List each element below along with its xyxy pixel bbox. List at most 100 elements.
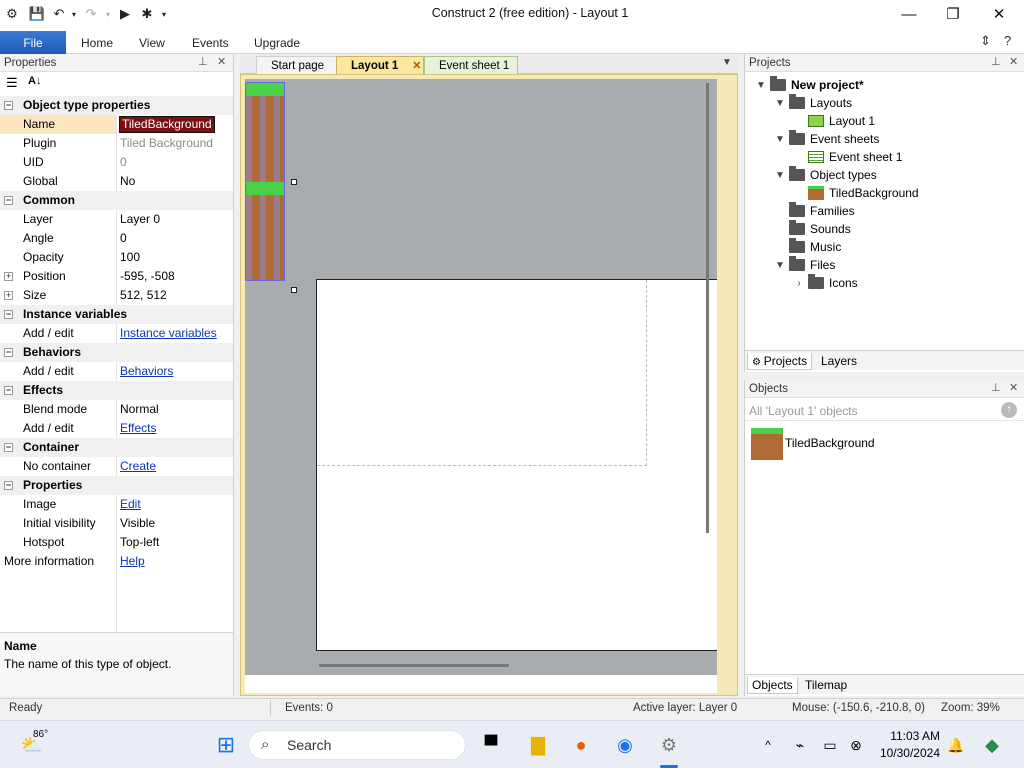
property-row[interactable]: Global No: [0, 172, 233, 191]
expand-arrow-icon[interactable]: ▼: [774, 260, 786, 271]
tab-event-sheet-1[interactable]: Event sheet 1: [424, 56, 518, 74]
categorized-icon[interactable]: ☰: [6, 75, 18, 91]
property-category[interactable]: − Container: [0, 438, 233, 457]
property-value[interactable]: 0: [120, 229, 127, 248]
show-hidden-icons[interactable]: ^: [756, 733, 780, 757]
pin-icon[interactable]: ⊥: [991, 381, 1001, 394]
property-category[interactable]: − Effects: [0, 381, 233, 400]
display-icon[interactable]: ▭: [818, 733, 842, 757]
tree-item[interactable]: Layout 1: [793, 112, 875, 130]
volume-icon[interactable]: ⊗: [844, 733, 868, 757]
tab-tilemap[interactable]: Tilemap: [801, 677, 851, 694]
task-view-icon[interactable]: ▀: [479, 733, 503, 757]
expand-arrow-icon[interactable]: ▼: [774, 170, 786, 181]
file-explorer-icon[interactable]: ▇: [526, 733, 550, 757]
resize-handle[interactable]: [291, 287, 297, 293]
ribbon-collapse-icon[interactable]: ⇕: [980, 33, 991, 49]
tree-item[interactable]: ▼ Object types: [774, 166, 877, 184]
maximize-button[interactable]: ❐: [930, 0, 976, 28]
firefox-icon[interactable]: ●: [569, 733, 593, 757]
property-row[interactable]: Layer Layer 0: [0, 210, 233, 229]
property-row[interactable]: Plugin Tiled Background: [0, 134, 233, 153]
minimize-button[interactable]: —: [886, 0, 932, 28]
property-row[interactable]: Name TiledBackground: [0, 115, 233, 134]
property-value[interactable]: -595, -508: [120, 267, 175, 286]
property-value[interactable]: Normal: [120, 400, 159, 419]
property-value[interactable]: Edit: [120, 495, 141, 514]
property-row[interactable]: Opacity 100: [0, 248, 233, 267]
property-row[interactable]: Image Edit: [0, 495, 233, 514]
tree-item[interactable]: Music: [774, 238, 841, 256]
property-row[interactable]: Add / edit Behaviors: [0, 362, 233, 381]
network-icon[interactable]: ⌁: [788, 733, 812, 757]
clock-time[interactable]: 11:03 AM: [880, 729, 940, 743]
tiled-background-thumbnail[interactable]: [751, 428, 783, 460]
property-category[interactable]: − Properties: [0, 476, 233, 495]
pin-icon[interactable]: ⊥: [198, 55, 208, 68]
expand-arrow-icon[interactable]: ▼: [774, 98, 786, 109]
expand-arrow-icon[interactable]: ▼: [755, 80, 767, 91]
tiled-background-instance[interactable]: [245, 82, 285, 281]
close-panel-icon[interactable]: ✕: [1009, 381, 1018, 394]
property-value[interactable]: Visible: [120, 514, 155, 533]
layout-canvas[interactable]: [245, 79, 717, 675]
name-edit-field[interactable]: TiledBackground: [119, 116, 215, 133]
property-value[interactable]: No: [120, 172, 135, 191]
vertical-scrollbar[interactable]: [706, 83, 709, 533]
property-row[interactable]: Angle 0: [0, 229, 233, 248]
tab-layout-1[interactable]: Layout 1 ✕: [336, 56, 424, 74]
property-row[interactable]: Add / edit Effects: [0, 419, 233, 438]
collapse-icon[interactable]: −: [4, 481, 13, 490]
horizontal-scrollbar[interactable]: [319, 664, 509, 667]
property-value[interactable]: Instance variables: [120, 324, 217, 343]
tab-home[interactable]: Home: [81, 36, 113, 50]
expand-icon[interactable]: +: [4, 272, 13, 281]
property-row[interactable]: Hotspot Top-left: [0, 533, 233, 552]
tree-item[interactable]: TiledBackground: [793, 184, 919, 202]
property-value[interactable]: Top-left: [120, 533, 159, 552]
taskbar-search[interactable]: ⌕ Search: [248, 730, 466, 760]
tab-objects[interactable]: Objects: [747, 677, 798, 694]
tab-projects[interactable]: ⚙ Projects: [747, 353, 813, 370]
tab-events[interactable]: Events: [192, 36, 229, 50]
close-panel-icon[interactable]: ✕: [1009, 55, 1018, 68]
tree-item[interactable]: Sounds: [774, 220, 851, 238]
property-value[interactable]: Create: [120, 457, 156, 476]
tree-item[interactable]: Families: [774, 202, 855, 220]
property-value[interactable]: Layer 0: [120, 210, 160, 229]
tree-item[interactable]: ▼ Event sheets: [774, 130, 879, 148]
property-value[interactable]: Effects: [120, 419, 156, 438]
tree-item[interactable]: ▼ New project*: [755, 76, 864, 94]
property-value[interactable]: 0: [120, 153, 127, 172]
property-value[interactable]: 512, 512: [120, 286, 167, 305]
collapse-icon[interactable]: −: [4, 443, 13, 452]
collapse-icon[interactable]: −: [4, 196, 13, 205]
tab-start-page[interactable]: Start page: [256, 56, 342, 74]
tab-file[interactable]: File: [0, 31, 66, 54]
property-category[interactable]: − Behaviors: [0, 343, 233, 362]
property-value[interactable]: Tiled Background: [120, 134, 213, 153]
property-row[interactable]: UID 0: [0, 153, 233, 172]
property-row[interactable]: Initial visibility Visible: [0, 514, 233, 533]
property-row[interactable]: + Size 512, 512: [0, 286, 233, 305]
copilot-icon[interactable]: ◆: [980, 733, 1004, 757]
pin-icon[interactable]: ⊥: [991, 55, 1001, 68]
tabs-dropdown-icon[interactable]: ▼: [722, 57, 732, 68]
sort-alphabetical-icon[interactable]: A↓: [28, 75, 41, 87]
property-row[interactable]: + Position -595, -508: [0, 267, 233, 286]
collapse-icon[interactable]: −: [4, 101, 13, 110]
tree-item[interactable]: ▼ Files: [774, 256, 835, 274]
upload-icon[interactable]: ↑: [1001, 402, 1017, 418]
close-tab-icon[interactable]: ✕: [412, 59, 421, 72]
construct-2-icon[interactable]: ⚙: [657, 733, 681, 757]
property-value[interactable]: Behaviors: [120, 362, 173, 381]
collapse-icon[interactable]: −: [4, 348, 13, 357]
tab-layers[interactable]: Layers: [817, 353, 861, 370]
property-category[interactable]: − Common: [0, 191, 233, 210]
start-icon[interactable]: ⊞: [214, 732, 238, 757]
collapse-icon[interactable]: −: [4, 310, 13, 319]
property-row[interactable]: Blend mode Normal: [0, 400, 233, 419]
property-category[interactable]: − Instance variables: [0, 305, 233, 324]
property-value[interactable]: 100: [120, 248, 140, 267]
property-row[interactable]: No container Create: [0, 457, 233, 476]
